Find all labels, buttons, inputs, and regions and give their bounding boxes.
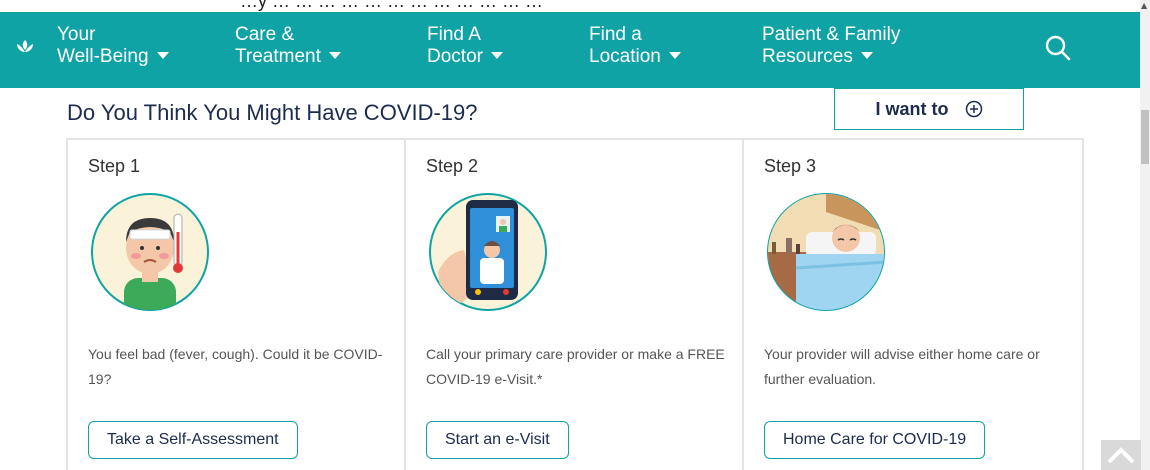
caret-down-icon [860,52,873,60]
resting-in-bed-illustration [767,193,885,311]
step-card-1: Step 1 You feel bad (fever, cough). Coul… [68,140,406,470]
caret-down-icon [328,52,341,60]
nav-label-line1: Patient & Family [762,24,901,45]
step-card-3: Step 3 Your provider will advise either … [744,140,1082,470]
steps-grid: Step 1 You feel bad (fever, cough). Coul… [66,138,1084,470]
nav-care-treatment[interactable]: Care & Treatment [235,24,341,68]
nav-label-line1: Find A [427,24,481,45]
nav-label-line1: Find a [589,24,642,45]
vertical-scrollbar[interactable]: ▲ [1140,0,1150,470]
search-icon[interactable] [1044,34,1072,62]
nav-label-line2: Doctor [427,46,483,67]
nav-your-well-being[interactable]: Your Well-Being [57,24,169,68]
back-to-top-button[interactable] [1101,440,1141,470]
nav-label-line1: Care & [235,24,295,45]
nav-label-line2: Resources [762,46,853,67]
nav-patient-family-resources[interactable]: Patient & Family Resources [762,24,900,68]
start-e-visit-button[interactable]: Start an e-Visit [426,421,569,459]
phone-video-call-illustration [429,193,547,311]
top-strip-text: …y … … … … … … … … … … … … [240,0,544,11]
scroll-up-arrow-icon[interactable]: ▲ [1141,1,1147,10]
nav-find-a-doctor[interactable]: Find A Doctor [427,24,503,68]
step-label: Step 2 [426,156,479,176]
top-strip: …y … … … … … … … … … … … … [0,0,1150,12]
scrollbar-thumb[interactable] [1141,110,1149,164]
nav-label-line2: Location [589,46,661,67]
nav-find-a-location[interactable]: Find a Location [589,24,681,68]
i-want-to-label: I want to [875,98,949,119]
nav-label-line2: Treatment [235,46,321,67]
sick-person-illustration [91,193,209,311]
take-self-assessment-button[interactable]: Take a Self-Assessment [88,421,298,459]
step-label: Step 1 [88,156,141,176]
step-description: Call your primary care provider or make … [426,346,725,387]
nav-label-line1: Your [57,24,96,45]
step-card-2: Step 2 Call your primary care provider o… [406,140,744,470]
caret-down-icon [156,52,169,60]
main-navigation: Your Well-Being Care & Treatment Find A … [0,12,1140,88]
i-want-to-button[interactable]: I want to [834,88,1024,130]
step-label: Step 3 [764,156,817,176]
lotus-logo-icon[interactable] [14,36,36,58]
page-heading: Do You Think You Might Have COVID-19? [67,100,478,125]
caret-down-icon [490,52,503,60]
step-description: Your provider will advise either home ca… [764,346,1040,387]
step-description: You feel bad (fever, cough). Could it be… [88,346,383,387]
home-care-covid-button[interactable]: Home Care for COVID-19 [764,421,986,459]
caret-down-icon [668,52,681,60]
plus-circle-icon [965,100,982,118]
nav-label-line2: Well-Being [57,46,149,67]
